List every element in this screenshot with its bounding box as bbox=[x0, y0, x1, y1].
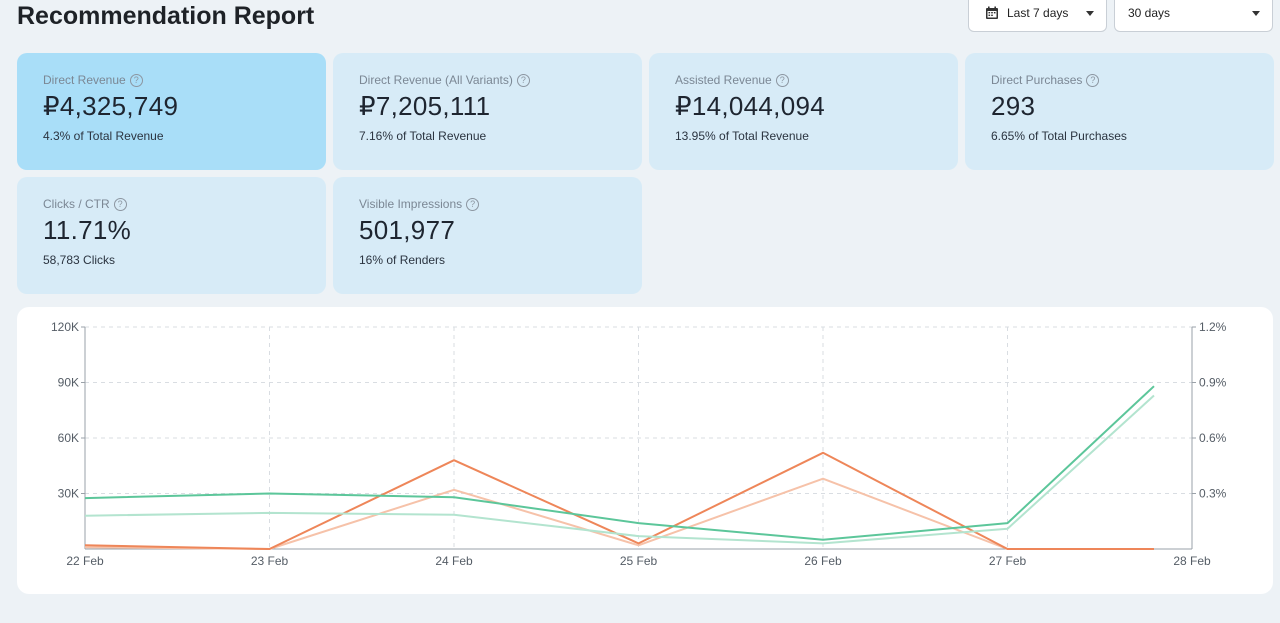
page-title: Recommendation Report bbox=[17, 2, 315, 30]
x-tick-label: 22 Feb bbox=[66, 554, 104, 568]
kpi-card-direct-revenue-all-variants[interactable]: Direct Revenue (All Variants)? ₽7,205,11… bbox=[333, 53, 642, 170]
kpi-subtext: 4.3% of Total Revenue bbox=[43, 129, 164, 143]
series-line bbox=[84, 385, 1155, 541]
y-left-tick-label: 30K bbox=[58, 487, 79, 501]
kpi-label: Direct Revenue (All Variants) bbox=[359, 73, 513, 87]
chevron-down-icon bbox=[1252, 11, 1260, 16]
y-left-tick-label: 60K bbox=[58, 431, 79, 445]
date-range-dropdown[interactable]: Last 7 days bbox=[968, 0, 1107, 32]
x-tick-label: 25 Feb bbox=[620, 554, 658, 568]
kpi-subtext: 58,783 Clicks bbox=[43, 253, 116, 267]
kpi-value: 501,977 bbox=[359, 215, 456, 245]
y-left-tick-label: 120K bbox=[51, 320, 79, 334]
calendar-icon bbox=[986, 6, 998, 19]
kpi-value: ₽14,044,094 bbox=[675, 91, 825, 121]
kpi-value: ₽4,325,749 bbox=[43, 91, 179, 121]
kpi-value: 293 bbox=[991, 91, 1036, 121]
kpi-card-direct-purchases[interactable]: Direct Purchases? 293 6.65% of Total Pur… bbox=[965, 53, 1274, 170]
kpi-label: Visible Impressions bbox=[359, 197, 463, 211]
help-icon[interactable]: ? bbox=[113, 197, 127, 211]
x-tick-label: 23 Feb bbox=[251, 554, 289, 568]
kpi-label: Direct Purchases bbox=[991, 73, 1083, 87]
kpi-value: 11.71% bbox=[43, 215, 132, 245]
y-right-tick-label: 0.9% bbox=[1199, 376, 1227, 390]
date-range-label: Last 7 days bbox=[1007, 6, 1069, 20]
kpi-card-direct-revenue[interactable]: Direct Revenue? ₽4,325,749 4.3% of Total… bbox=[17, 53, 326, 170]
help-icon[interactable]: ? bbox=[129, 73, 143, 87]
kpi-value: ₽7,205,111 bbox=[359, 91, 491, 121]
help-icon[interactable]: ? bbox=[516, 73, 530, 87]
kpi-subtext: 6.65% of Total Purchases bbox=[991, 129, 1127, 143]
help-icon[interactable]: ? bbox=[775, 73, 789, 87]
kpi-subtext: 13.95% of Total Revenue bbox=[675, 129, 809, 143]
y-right-tick-label: 1.2% bbox=[1199, 320, 1227, 334]
chevron-down-icon bbox=[1086, 11, 1094, 16]
period-dropdown[interactable]: 30 days bbox=[1114, 0, 1273, 32]
x-tick-label: 28 Feb bbox=[1173, 554, 1211, 568]
kpi-card-visible-impressions[interactable]: Visible Impressions? 501,977 16% of Rend… bbox=[333, 177, 642, 294]
x-tick-label: 26 Feb bbox=[804, 554, 842, 568]
trend-chart: 120K 90K 60K 30K 1.2% 0.9% 0.6% 0.3% 22 Feb 23 Fe… bbox=[51, 320, 1227, 568]
trend-chart-panel: 120K 90K 60K 30K 1.2% 0.9% 0.6% 0.3% 22 Feb 23 Fe… bbox=[17, 307, 1273, 594]
period-label: 30 days bbox=[1128, 6, 1171, 20]
y-right-tick-label: 0.6% bbox=[1199, 431, 1227, 445]
kpi-card-clicks-ctr[interactable]: Clicks / CTR? 11.71% 58,783 Clicks bbox=[17, 177, 326, 294]
help-icon[interactable]: ? bbox=[1086, 73, 1100, 87]
y-right-tick-label: 0.3% bbox=[1199, 487, 1227, 501]
y-left-tick-label: 90K bbox=[58, 376, 79, 390]
kpi-label: Assisted Revenue bbox=[675, 73, 772, 87]
x-tick-label: 24 Feb bbox=[435, 554, 473, 568]
kpi-label: Clicks / CTR bbox=[43, 197, 110, 211]
help-icon[interactable]: ? bbox=[466, 197, 480, 211]
x-tick-label: 27 Feb bbox=[989, 554, 1027, 568]
kpi-subtext: 16% of Renders bbox=[359, 253, 446, 267]
kpi-subtext: 7.16% of Total Revenue bbox=[359, 129, 487, 143]
kpi-label: Direct Revenue bbox=[43, 73, 126, 87]
kpi-card-assisted-revenue[interactable]: Assisted Revenue? ₽14,044,094 13.95% of … bbox=[649, 53, 958, 170]
